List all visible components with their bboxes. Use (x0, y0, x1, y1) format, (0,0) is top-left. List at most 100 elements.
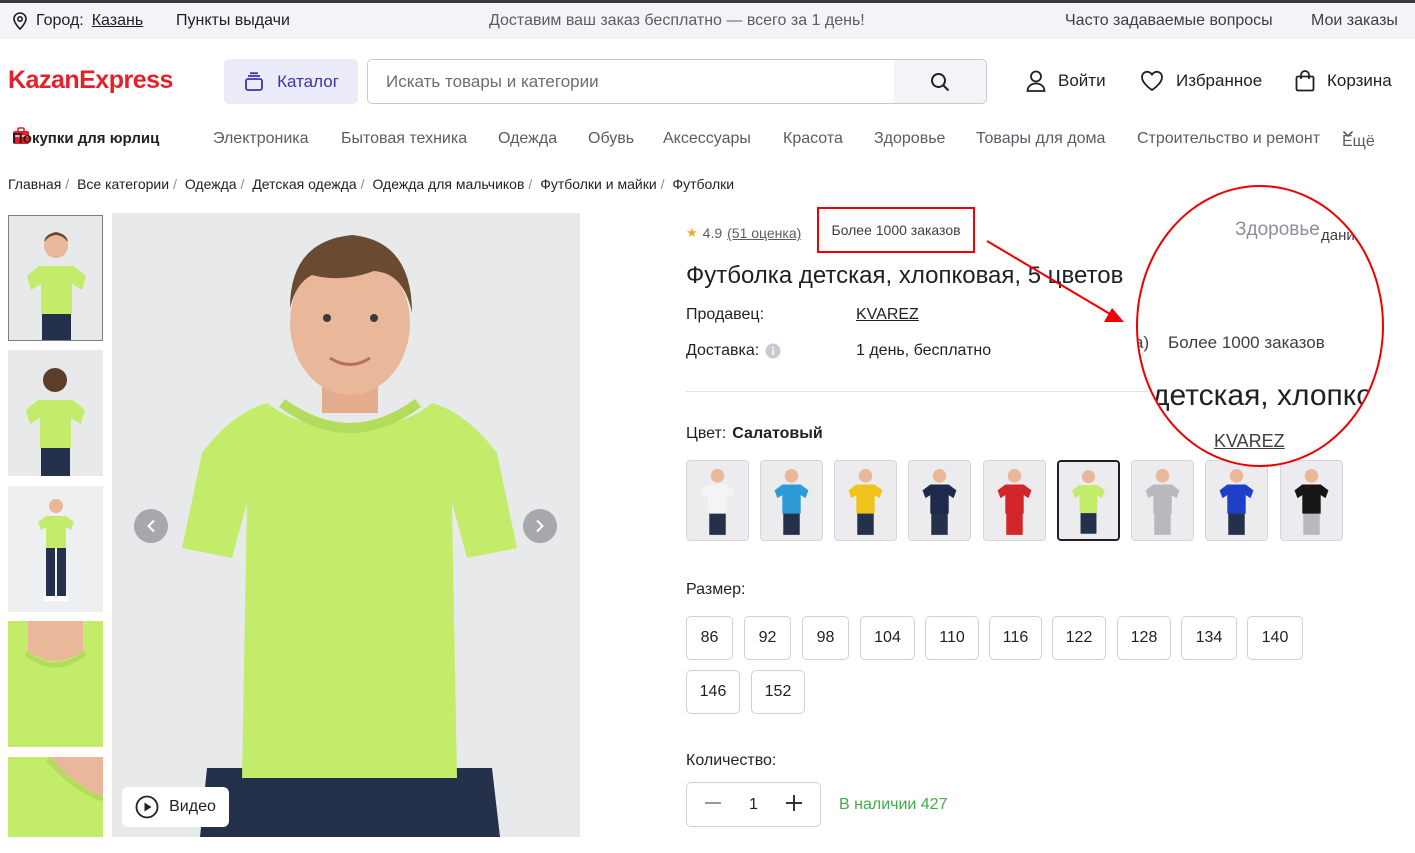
size-option[interactable]: 128 (1117, 616, 1171, 660)
search-icon (931, 72, 950, 91)
size-option[interactable]: 122 (1052, 616, 1106, 660)
orders-count-highlight: Более 1000 заказов (817, 207, 975, 253)
thumbnail-4[interactable] (8, 621, 103, 747)
nav-home[interactable]: Товары для дома (976, 130, 1105, 148)
thumbnail-1[interactable] (8, 215, 103, 341)
zoom-fragment-orders: а) Более 1000 заказов (1138, 333, 1325, 353)
zoom-fragment-seller: KVAREZ (1214, 431, 1285, 451)
zoom-orders-text: Более 1000 заказов (1168, 333, 1325, 352)
swatch-image (761, 461, 822, 540)
next-image-button[interactable] (523, 509, 557, 543)
size-label: Размер: (686, 581, 746, 598)
minus-icon (705, 801, 721, 804)
product-thumbnail-image (9, 216, 102, 340)
seller-link[interactable]: KVAREZ (856, 306, 919, 323)
color-swatch[interactable] (834, 460, 897, 541)
breadcrumb-item[interactable]: Футболки и майки (540, 176, 656, 192)
size-option[interactable]: 110 (925, 616, 979, 660)
breadcrumb-item[interactable]: Все категории (77, 176, 169, 192)
user-icon (1026, 70, 1046, 92)
breadcrumb-item[interactable]: Одежда (185, 176, 237, 192)
my-orders-link[interactable]: Мои заказы (1311, 12, 1398, 30)
size-option[interactable]: 86 (686, 616, 733, 660)
zoom-fragment-top2: дания (1321, 227, 1363, 244)
breadcrumb-item[interactable]: Детская одежда (252, 176, 356, 192)
favorites-label: Избранное (1176, 71, 1263, 90)
reviews-link[interactable]: (51 оценка) (727, 225, 801, 241)
size-option[interactable]: 134 (1181, 616, 1237, 660)
size-option[interactable]: 104 (860, 616, 915, 660)
prev-image-button[interactable] (134, 509, 168, 543)
video-button[interactable]: Видео (122, 787, 229, 827)
breadcrumb-item[interactable]: Главная (8, 176, 61, 192)
color-swatch[interactable] (1205, 460, 1268, 541)
increase-quantity-button[interactable] (782, 792, 806, 818)
logo[interactable]: KazanExpress (8, 66, 173, 95)
nav-appliances[interactable]: Бытовая техника (341, 130, 467, 148)
cart-button[interactable]: Корзина (1295, 70, 1392, 92)
zoom-magnifier: Здоровье дания а) Более 1000 заказов дет… (1136, 185, 1384, 467)
search-button[interactable] (894, 60, 986, 103)
size-option[interactable]: 116 (989, 616, 1042, 660)
quantity-stepper: 1 (686, 782, 821, 827)
search-input[interactable] (368, 60, 894, 103)
catalog-button[interactable]: Каталог (224, 59, 358, 104)
size-option[interactable]: 146 (686, 670, 740, 714)
nav-accessories[interactable]: Аксессуары (663, 130, 751, 148)
color-swatch[interactable] (908, 460, 971, 541)
catalog-icon (245, 71, 263, 91)
size-option[interactable]: 140 (1247, 616, 1303, 660)
faq-link[interactable]: Часто задаваемые вопросы (1065, 12, 1273, 30)
quantity-value[interactable]: 1 (749, 796, 758, 814)
nav-construction[interactable]: Строительство и ремонт (1137, 130, 1320, 148)
business-purchases-link[interactable]: Покупки для юрлиц (12, 127, 159, 147)
swatch-image (984, 461, 1045, 540)
plus-icon (786, 794, 802, 811)
delivery-row: Доставка: (686, 342, 781, 360)
product-thumbnail-image (8, 757, 103, 837)
swatch-image (1059, 462, 1118, 539)
color-swatch[interactable] (760, 460, 823, 541)
thumbnail-5[interactable] (8, 757, 103, 837)
color-swatch[interactable] (1131, 460, 1194, 541)
swatch-image (1281, 461, 1342, 540)
city-selector[interactable]: Город: Казань (12, 12, 143, 30)
color-swatch[interactable] (1280, 460, 1343, 541)
color-swatch[interactable] (686, 460, 749, 541)
zoom-fragment-title: детская, хлопко (1152, 379, 1373, 412)
decrease-quantity-button[interactable] (701, 792, 725, 818)
nav-shoes[interactable]: Обувь (588, 130, 634, 148)
swatch-image (687, 461, 748, 540)
favorites-button[interactable]: Избранное (1140, 70, 1262, 92)
video-label: Видео (169, 798, 216, 815)
cart-bag-icon (1295, 70, 1315, 92)
promo-text: Доставим ваш заказ бесплатно — всего за … (489, 12, 865, 29)
nav-more[interactable]: Ещё (1342, 130, 1375, 150)
main-product-image[interactable] (112, 213, 580, 837)
seller-label: Продавец: (686, 306, 765, 323)
city-value[interactable]: Казань (92, 12, 143, 30)
rating-value: 4.9 (702, 225, 723, 241)
quantity-label: Количество: (686, 752, 777, 769)
nav-health[interactable]: Здоровье (874, 130, 945, 148)
pickup-points-link[interactable]: Пункты выдачи (176, 12, 290, 30)
chevron-right-icon (536, 519, 544, 533)
info-icon[interactable] (765, 343, 781, 359)
catalog-label: Каталог (277, 71, 339, 91)
login-label: Войти (1058, 71, 1106, 90)
color-swatch[interactable] (1057, 460, 1120, 541)
size-option[interactable]: 92 (744, 616, 791, 660)
business-label: Покупки для юрлиц (12, 130, 160, 147)
nav-electronics[interactable]: Электроника (213, 130, 309, 148)
breadcrumb-item[interactable]: Футболки (672, 176, 734, 192)
size-option[interactable]: 152 (751, 670, 805, 714)
login-button[interactable]: Войти (1026, 70, 1106, 92)
nav-beauty[interactable]: Красота (783, 130, 843, 148)
size-option[interactable]: 98 (802, 616, 849, 660)
nav-clothing[interactable]: Одежда (498, 130, 557, 148)
thumbnail-2[interactable] (8, 350, 103, 476)
breadcrumb-item[interactable]: Одежда для мальчиков (372, 176, 524, 192)
thumbnail-3[interactable] (8, 486, 103, 612)
star-icon: ★ (686, 225, 698, 240)
color-swatch[interactable] (983, 460, 1046, 541)
